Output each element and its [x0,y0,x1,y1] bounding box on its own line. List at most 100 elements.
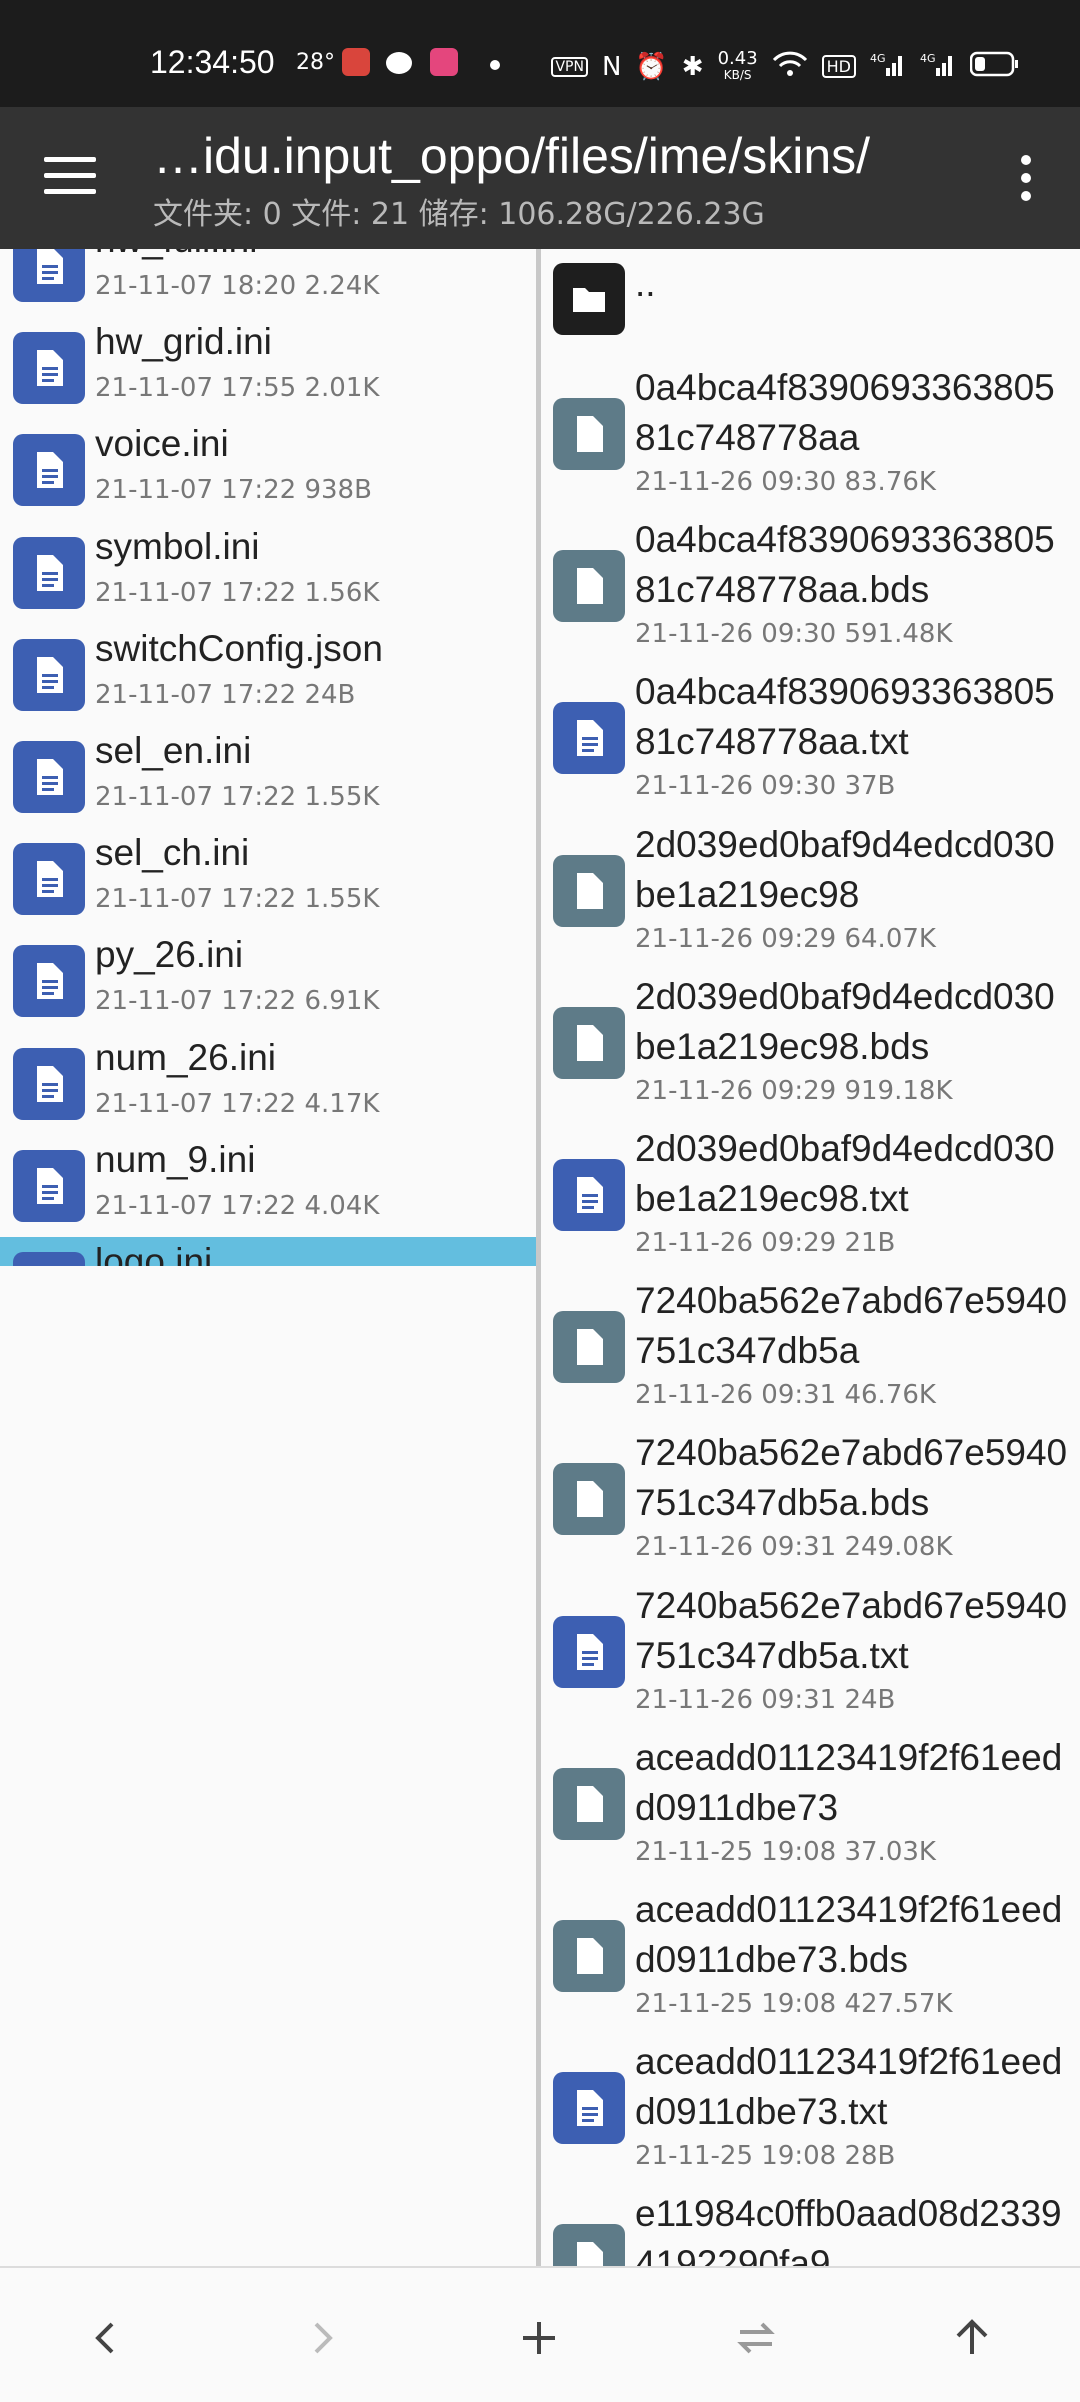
file-meta: 21-11-07 17:22 4.04K [95,1190,380,1221]
file-list-item[interactable]: 0a4bca4f839069336380581c748778aa.bds 21-1… [541,513,1080,665]
add-icon[interactable] [509,2308,569,2368]
dot-icon [490,60,500,70]
file-list-item[interactable]: aceadd01123419f2f61eedd0911dbe73 21-11-25… [541,1731,1080,1883]
file-list-item[interactable]: 7240ba562e7abd67e5940751c347db5a.txt 21-1… [541,1579,1080,1731]
file-list-item[interactable]: sel_ch.ini 21-11-07 17:22 1.55K [0,828,538,930]
app-notification-icon [342,48,370,76]
menu-icon[interactable] [44,157,96,197]
current-path: …idu.input_oppo/files/ime/skins/ [153,128,871,184]
swap-icon[interactable] [726,2308,786,2368]
svg-text:4G: 4G [920,52,936,65]
file-name: e11984c0ffb0aad08d23394192290fa9 [635,2193,1062,2266]
file-list-item[interactable]: num_9.ini 21-11-07 17:22 4.04K [0,1135,538,1237]
back-icon[interactable] [76,2308,136,2368]
file-list-item[interactable]: hw_full.ini 21-11-07 18:20 2.24K [0,249,538,317]
signal-4g-icon: 4G [920,50,956,83]
file-list-item[interactable]: 2d039ed0baf9d4edcd030be1a219ec98.bds 21-1… [541,970,1080,1122]
file-list-item[interactable]: voice.ini 21-11-07 17:22 938B [0,419,538,521]
file-name: sel_ch.ini [95,832,250,874]
file-name: py_26.ini [95,934,244,976]
document-icon [13,741,85,813]
file-list-item[interactable]: aceadd01123419f2f61eedd0911dbe73.bds 21-1… [541,1883,1080,2035]
file-name: hw_grid.ini [95,321,272,363]
file-name: 0a4bca4f839069336380581c748778aa [635,367,1055,458]
file-icon [553,1463,625,1536]
file-list-item[interactable]: switchConfig.json 21-11-07 17:22 24B [0,624,538,726]
wifi-icon [772,50,808,83]
file-name: num_9.ini [95,1138,256,1180]
file-name: hw_full.ini [95,249,257,261]
file-name: 0a4bca4f839069336380581c748778aa.txt [635,671,1055,763]
file-list-item[interactable]: 0a4bca4f839069336380581c748778aa.txt 21-1… [541,665,1080,817]
file-name: aceadd01123419f2f61eedd0911dbe73.txt [635,2041,1063,2133]
file-list-item[interactable]: e11984c0ffb0aad08d23394192290fa9 [541,2187,1080,2266]
file-meta: 21-11-07 17:22 6.91K [95,986,380,1017]
file-list-item[interactable]: aceadd01123419f2f61eedd0911dbe73.txt 21-1… [541,2035,1080,2187]
file-meta: 21-11-07 17:22 1.56K [95,577,380,608]
file-meta: 21-11-07 17:55 2.01K [95,373,380,404]
file-list-item[interactable]: 7240ba562e7abd67e5940751c347db5a 21-11-26… [541,1274,1080,1426]
file-icon [553,398,625,470]
document-icon [13,638,85,711]
svg-text:4G: 4G [870,52,886,65]
file-list-item[interactable]: hw_grid.ini 21-11-07 17:55 2.01K [0,317,538,419]
battery-icon [969,51,1020,82]
file-list-item[interactable]: py_26.ini 21-11-07 17:22 6.91K [0,930,538,1032]
up-icon[interactable] [942,2308,1002,2368]
file-meta: 21-11-07 17:22 1.55K [95,782,380,812]
file-meta: 21-11-07 18:20 2.24K [95,271,380,301]
left-file-list[interactable]: hw_full.ini 21-11-07 18:20 2.24K hw_grid.i… [0,249,538,1266]
file-name: 2d039ed0baf9d4edcd030be1a219ec98 [635,823,1055,915]
file-name: symbol.ini [95,525,260,567]
file-icon [553,1311,625,1384]
file-name: sel_en.ini [95,730,252,771]
document-icon [13,536,85,609]
file-icon [553,550,625,623]
app-bar: …idu.input_oppo/files/ime/skins/ 文件夹: 0 … [0,107,1080,249]
nfc-icon: N [601,51,622,82]
file-list-item[interactable]: 7240ba562e7abd67e5940751c347db5a.bds 21-1… [541,1426,1080,1578]
signal-4g-icon: 4G [870,50,906,83]
net-speed-value: 0.43 [717,47,758,69]
status-temperature: 28° [296,50,335,75]
file-name: num_26.ini [95,1036,277,1078]
file-name: 2d039ed0baf9d4edcd030be1a219ec98.bds [635,975,1055,1067]
file-list-item[interactable]: 0a4bca4f839069336380581c748778aa 21-11-26… [541,361,1080,513]
file-list-item[interactable]: symbol.ini 21-11-07 17:22 1.56K [0,522,538,624]
forward-icon[interactable] [292,2308,352,2368]
status-bar: 12:34:50 28° VPN N ⏰ ✱ 0.43 KB/S HD 4G 4… [0,0,1080,107]
document-icon [553,702,625,775]
file-list-item[interactable]: logo.ini21-11-07 17:22 35B [0,1237,538,1266]
document-icon [553,1615,625,1688]
wechat-icon [386,52,412,74]
bluetooth-icon: ✱ [681,51,704,82]
right-file-list[interactable]: .. 0a4bca4f839069336380581c748778aa 21-11… [541,249,1080,2266]
document-icon [13,1047,85,1120]
file-icon [553,854,625,927]
file-meta: 21-11-26 09:30 83.76K [635,467,936,497]
file-name: 7240ba562e7abd67e5940751c347db5a [635,1280,1068,1372]
file-meta: 21-11-25 19:08 28B [635,2141,896,2172]
file-list-item[interactable]: num_26.ini 21-11-07 17:22 4.17K [0,1033,538,1135]
file-meta: 21-11-26 09:29 64.07K [635,923,936,954]
file-list-item[interactable]: 2d039ed0baf9d4edcd030be1a219ec98.txt 21-1… [541,1122,1080,1274]
app-icon [430,48,458,76]
file-list-item[interactable]: sel_en.ini 21-11-07 17:22 1.55K [0,726,538,828]
file-list-item[interactable]: 2d039ed0baf9d4edcd030be1a219ec98 21-11-26… [541,818,1080,970]
file-name: logo.ini [95,1241,213,1266]
document-icon [13,1149,85,1222]
document-icon [553,2072,625,2145]
document-icon [13,249,85,302]
more-options-icon[interactable] [1018,155,1034,205]
file-name: 7240ba562e7abd67e5940751c347db5a.txt [635,1584,1068,1676]
document-icon [13,843,85,916]
document-icon [13,945,85,1018]
file-name: 2d039ed0baf9d4edcd030be1a219ec98.txt [635,1128,1055,1219]
parent-folder-item[interactable]: .. [541,249,1080,349]
file-name: switchConfig.json [95,627,383,669]
file-icon [553,1006,625,1079]
document-icon [13,1252,85,1266]
file-icon [553,1767,625,1840]
net-speed-unit: KB/S [723,67,752,82]
status-time: 12:34:50 [150,44,275,80]
